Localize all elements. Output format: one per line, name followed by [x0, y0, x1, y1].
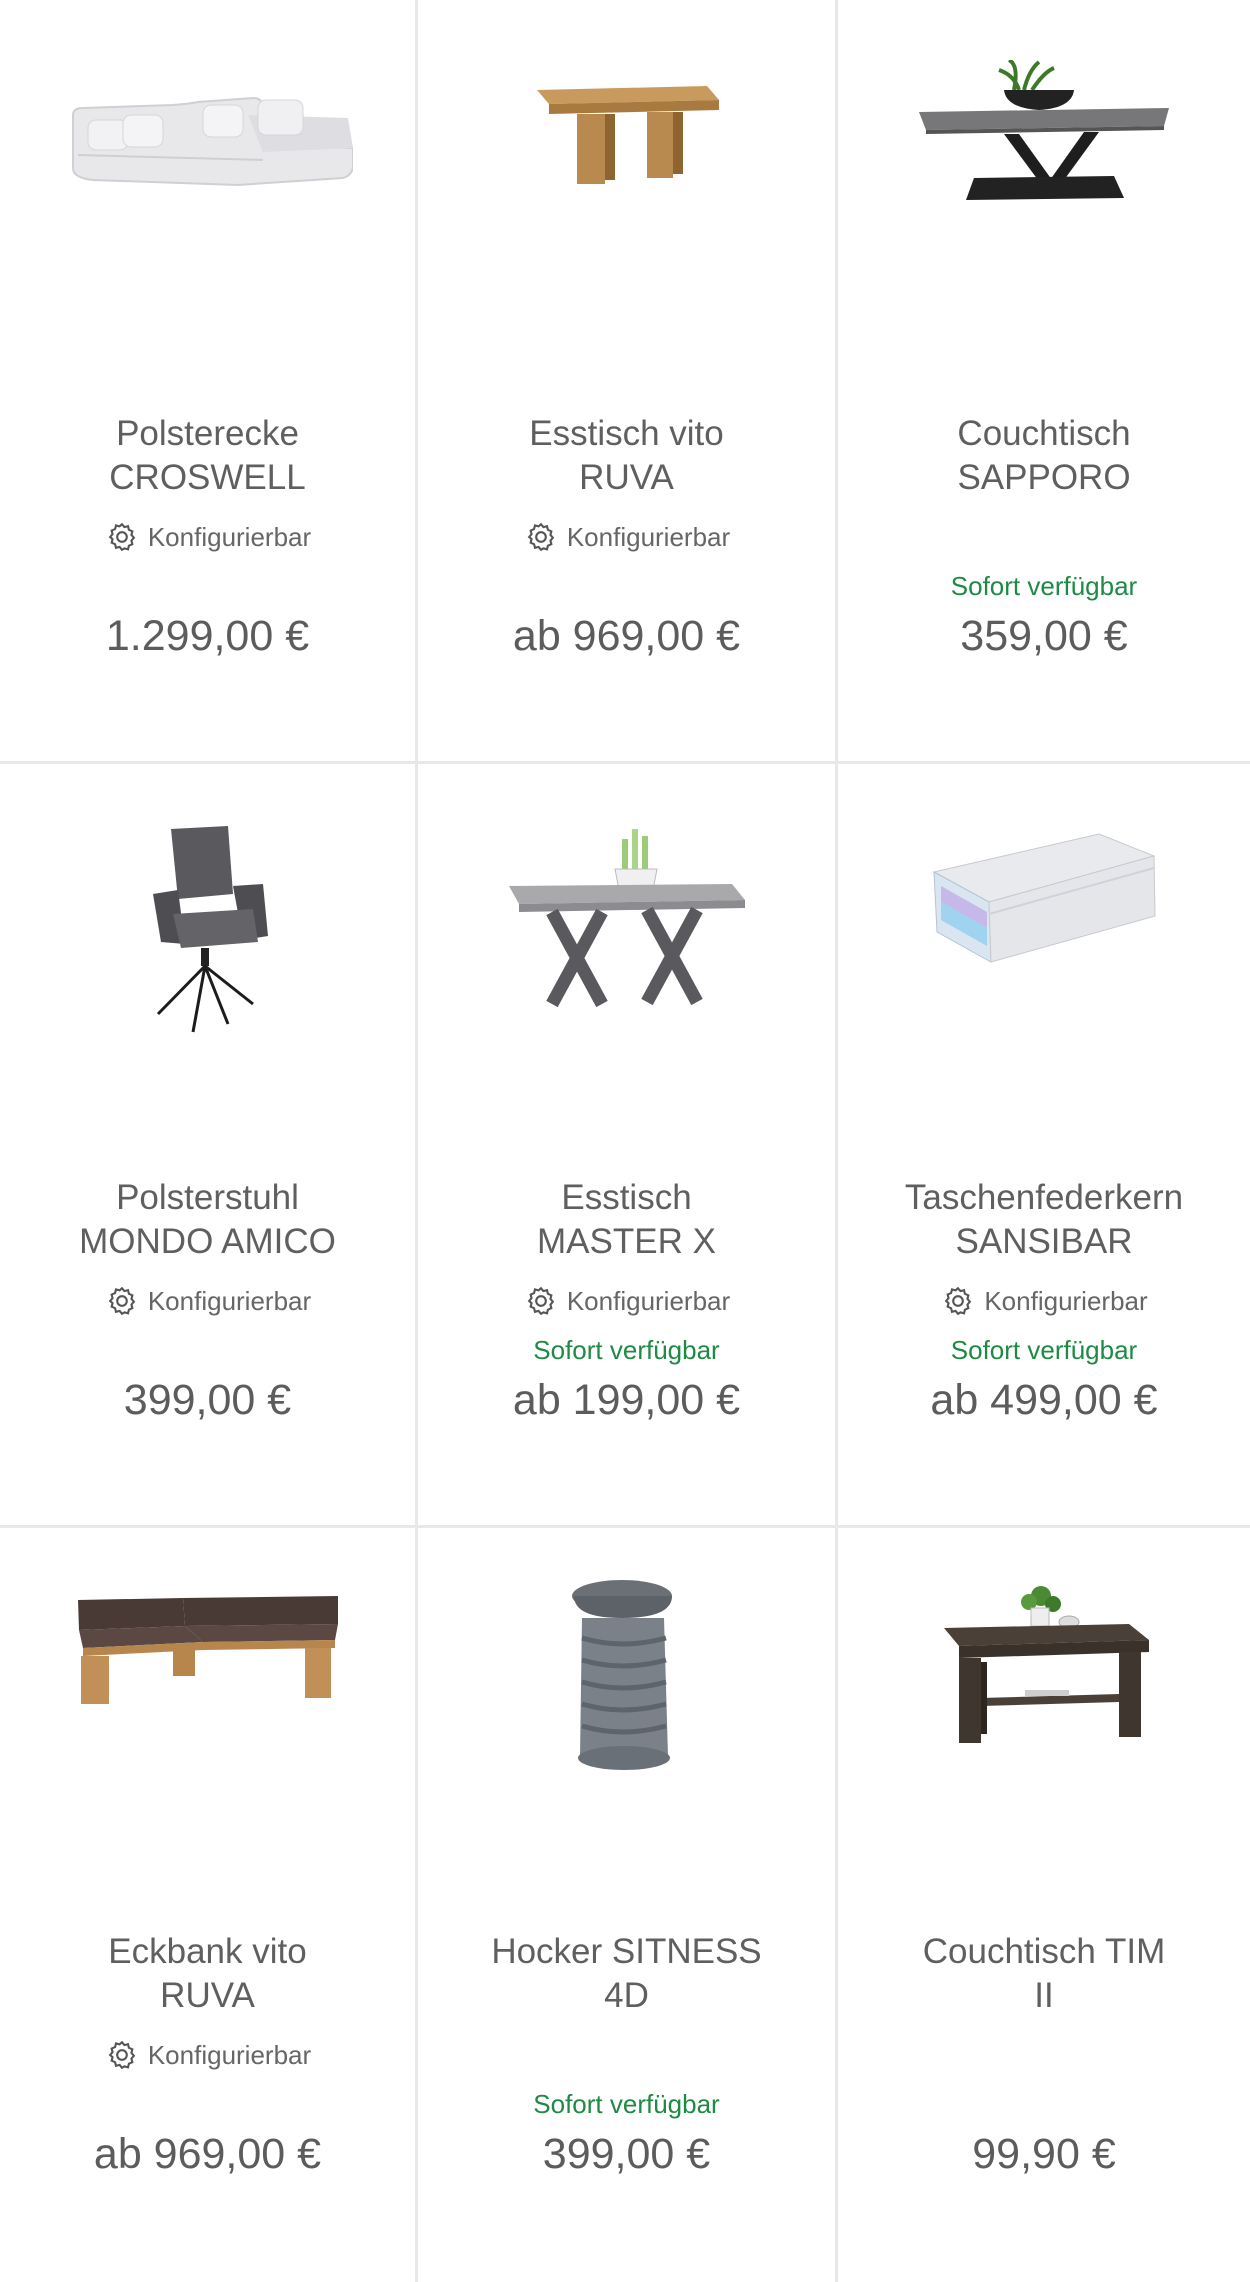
product-card[interactable]: Polsterstuhl MONDO AMICO Konfigurierbar … — [0, 764, 418, 1528]
product-image[interactable] — [418, 824, 835, 1124]
product-price: 399,00 € — [542, 2130, 711, 2178]
gear-icon — [527, 522, 555, 552]
product-image[interactable] — [838, 1578, 1250, 1878]
product-title[interactable]: Esstisch vito RUVA — [428, 412, 825, 500]
product-card[interactable]: Polsterecke CROSWELL Konfigurierbar 1.29… — [0, 0, 418, 764]
product-title[interactable]: Esstisch MASTER X — [428, 1176, 825, 1264]
bench-icon — [77, 1596, 338, 1704]
configurable-badge: Konfigurierbar — [418, 517, 835, 557]
product-card[interactable]: Couchtisch SAPPORO Sofort verfügbar 359,… — [838, 0, 1250, 764]
availability-label: Sofort verfügbar — [533, 2089, 720, 2119]
product-image[interactable] — [418, 1578, 835, 1878]
product-price: 1.299,00 € — [105, 612, 310, 660]
configurable-badge: Konfigurierbar — [0, 1281, 415, 1321]
product-price: ab 969,00 € — [512, 612, 741, 660]
product-grid: Polsterecke CROSWELL Konfigurierbar 1.29… — [0, 0, 1250, 2282]
coffee-table-icon — [919, 60, 1169, 200]
product-title[interactable]: Hocker SITNESS 4D — [428, 1930, 825, 2018]
mattress-icon — [932, 833, 1156, 963]
product-card[interactable]: Couchtisch TIM II 99,90 € — [838, 1528, 1250, 2282]
table-icon — [536, 86, 719, 184]
product-price: 359,00 € — [960, 612, 1128, 660]
coffee-table-icon — [944, 1586, 1149, 1743]
availability-label: Sofort verfügbar — [533, 1335, 720, 1365]
product-image[interactable] — [0, 824, 415, 1124]
configurable-badge: Konfigurierbar — [838, 1281, 1250, 1321]
product-image[interactable] — [838, 60, 1250, 360]
configurable-label: Konfigurierbar — [147, 2039, 312, 2070]
product-price: 99,90 € — [972, 2130, 1116, 2178]
product-image[interactable] — [838, 824, 1250, 1124]
product-title[interactable]: Couchtisch TIM II — [848, 1930, 1240, 2018]
gear-icon — [108, 1286, 136, 1316]
sofa-icon — [71, 96, 353, 187]
product-title[interactable]: Eckbank vito RUVA — [10, 1930, 405, 2018]
stool-icon — [571, 1580, 672, 1770]
configurable-label: Konfigurierbar — [566, 521, 731, 552]
availability-label: Sofort verfügbar — [950, 571, 1138, 601]
product-title[interactable]: Taschenfederkern SANSIBAR — [848, 1176, 1240, 1264]
product-image[interactable] — [0, 60, 415, 360]
gear-icon — [527, 1286, 555, 1316]
product-price: ab 499,00 € — [930, 1376, 1158, 1424]
product-price: ab 199,00 € — [512, 1376, 741, 1424]
product-card[interactable]: Esstisch MASTER X Konfigurierbar Sofort … — [418, 764, 838, 1528]
product-card[interactable]: Hocker SITNESS 4D Sofort verfügbar 399,0… — [418, 1528, 838, 2282]
configurable-badge: Konfigurierbar — [418, 1281, 835, 1321]
gear-icon — [108, 522, 136, 552]
chair-icon — [152, 826, 268, 1033]
product-image[interactable] — [418, 60, 835, 360]
product-card[interactable]: Eckbank vito RUVA Konfigurierbar ab 969,… — [0, 1528, 418, 2282]
product-price: 399,00 € — [123, 1376, 292, 1424]
configurable-badge: Konfigurierbar — [0, 517, 415, 557]
gear-icon — [108, 2040, 136, 2070]
product-card[interactable]: Esstisch vito RUVA Konfigurierbar ab 969… — [418, 0, 838, 764]
availability-label: Sofort verfügbar — [950, 1335, 1138, 1365]
product-price: ab 969,00 € — [93, 2130, 322, 2178]
configurable-label: Konfigurierbar — [147, 1285, 312, 1316]
gear-icon — [945, 1286, 972, 1316]
table-icon — [508, 829, 745, 1008]
configurable-label: Konfigurierbar — [984, 1285, 1148, 1316]
product-card[interactable]: Taschenfederkern SANSIBAR Konfigurierbar… — [838, 764, 1250, 1528]
product-image[interactable] — [0, 1578, 415, 1878]
configurable-label: Konfigurierbar — [566, 1285, 731, 1316]
product-title[interactable]: Polsterstuhl MONDO AMICO — [10, 1176, 405, 1264]
configurable-label: Konfigurierbar — [147, 521, 312, 552]
product-title[interactable]: Polsterecke CROSWELL — [10, 412, 405, 500]
product-title[interactable]: Couchtisch SAPPORO — [848, 412, 1240, 500]
configurable-badge: Konfigurierbar — [0, 2035, 415, 2075]
